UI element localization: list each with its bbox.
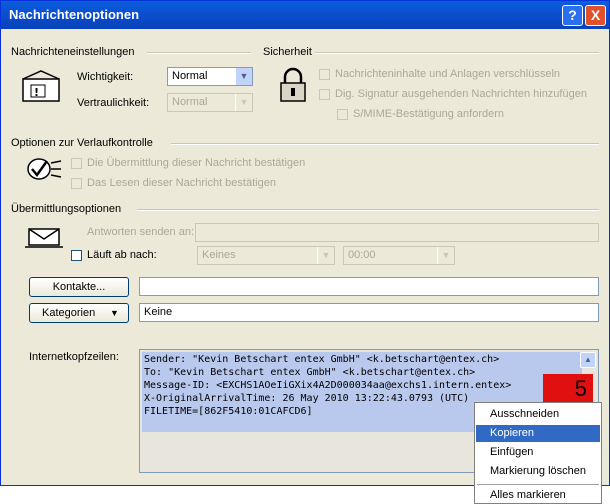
reply-to-input[interactable]: [195, 223, 599, 242]
importance-label: Wichtigkeit:: [77, 71, 134, 83]
delivery-options-icon: [25, 228, 63, 248]
categories-input[interactable]: Keine: [139, 303, 599, 322]
reply-to-label: Antworten senden an:: [87, 226, 195, 238]
delivery-receipt-checkbox[interactable]: [71, 158, 82, 169]
delivery-receipt-label: Die Übermittlung dieser Nachricht bestät…: [87, 157, 306, 169]
expires-date-select[interactable]: Keines ▼: [197, 246, 335, 265]
expires-checkbox[interactable]: [71, 250, 82, 261]
section-message-settings: Nachrichteneinstellungen: [11, 46, 135, 58]
expires-time-value: 00:00: [348, 249, 376, 261]
encrypt-checkbox[interactable]: [319, 69, 330, 80]
divider: [315, 52, 599, 54]
chevron-down-icon: ▼: [317, 247, 334, 264]
smime-checkbox[interactable]: [337, 109, 348, 120]
divider: [137, 209, 599, 211]
menu-item-copy[interactable]: Kopieren: [476, 425, 600, 442]
sensitivity-label: Vertraulichkeit:: [77, 97, 150, 109]
sensitivity-value: Normal: [172, 96, 208, 108]
header-line: Message-ID: <EXCHS1AOeIiGXix4A2D000034aa…: [144, 380, 512, 391]
sensitivity-select[interactable]: Normal ▼: [167, 93, 253, 112]
menu-item-select-all[interactable]: Alles markieren: [476, 487, 600, 504]
scroll-up-button[interactable]: ▲: [580, 352, 596, 368]
encrypt-label: Nachrichteninhalte und Anlagen verschlüs…: [335, 68, 561, 80]
menu-item-clear-selection[interactable]: Markierung löschen: [476, 463, 600, 480]
categories-value: Keine: [144, 306, 173, 318]
chevron-down-icon: ▼: [235, 68, 252, 85]
internet-headers-label: Internetkopfzeilen:: [29, 351, 119, 363]
menu-item-cut[interactable]: Ausschneiden: [476, 406, 600, 423]
chevron-down-icon: ▼: [437, 247, 454, 264]
padlock-icon: [280, 67, 306, 102]
context-menu: Ausschneiden Kopieren Einfügen Markierun…: [474, 402, 602, 504]
smime-label: S/MIME-Bestätigung anfordern: [353, 108, 505, 120]
read-receipt-checkbox[interactable]: [71, 178, 82, 189]
expires-label: Läuft ab nach:: [87, 249, 157, 261]
categories-button[interactable]: Kategorien ▼: [29, 303, 129, 323]
sign-label: Dig. Signatur ausgehenden Nachrichten hi…: [335, 88, 587, 100]
importance-select[interactable]: Normal ▼: [167, 67, 253, 86]
chevron-down-icon: ▼: [235, 94, 252, 111]
close-button[interactable]: X: [585, 5, 606, 26]
header-line: FILETIME=[862F5410:01CAFCD6]: [144, 406, 313, 417]
envelope-importance-icon: !: [22, 70, 60, 102]
caret-down-icon: ▼: [110, 308, 119, 318]
categories-button-label: Kategorien: [42, 307, 96, 319]
expires-time-select[interactable]: 00:00 ▼: [343, 246, 455, 265]
tracking-checkmark-icon: [27, 158, 62, 180]
header-line: Sender: "Kevin Betschart entex GmbH" <k.…: [144, 354, 500, 365]
contacts-input[interactable]: [139, 277, 599, 296]
section-security: Sicherheit: [263, 46, 312, 58]
expires-date-value: Keines: [202, 249, 236, 261]
divider: [147, 52, 251, 54]
importance-value: Normal: [172, 70, 208, 82]
svg-text:!: !: [34, 86, 39, 99]
menu-separator: [477, 484, 599, 485]
divider: [171, 143, 599, 145]
section-delivery: Übermittlungsoptionen: [11, 203, 122, 215]
header-line: X-OriginalArrivalTime: 26 May 2010 13:22…: [144, 393, 470, 404]
contacts-button[interactable]: Kontakte...: [29, 277, 129, 297]
header-line: To: "Kevin Betschart entex GmbH" <k.bets…: [144, 367, 476, 378]
section-tracking: Optionen zur Verlaufkontrolle: [11, 137, 153, 149]
help-button[interactable]: ?: [562, 5, 583, 26]
read-receipt-label: Das Lesen dieser Nachricht bestätigen: [87, 177, 276, 189]
dialog-title: Nachrichtenoptionen: [9, 7, 140, 22]
sign-checkbox[interactable]: [319, 89, 330, 100]
title-bar: Nachrichtenoptionen ? X: [1, 1, 609, 29]
menu-item-paste[interactable]: Einfügen: [476, 444, 600, 461]
